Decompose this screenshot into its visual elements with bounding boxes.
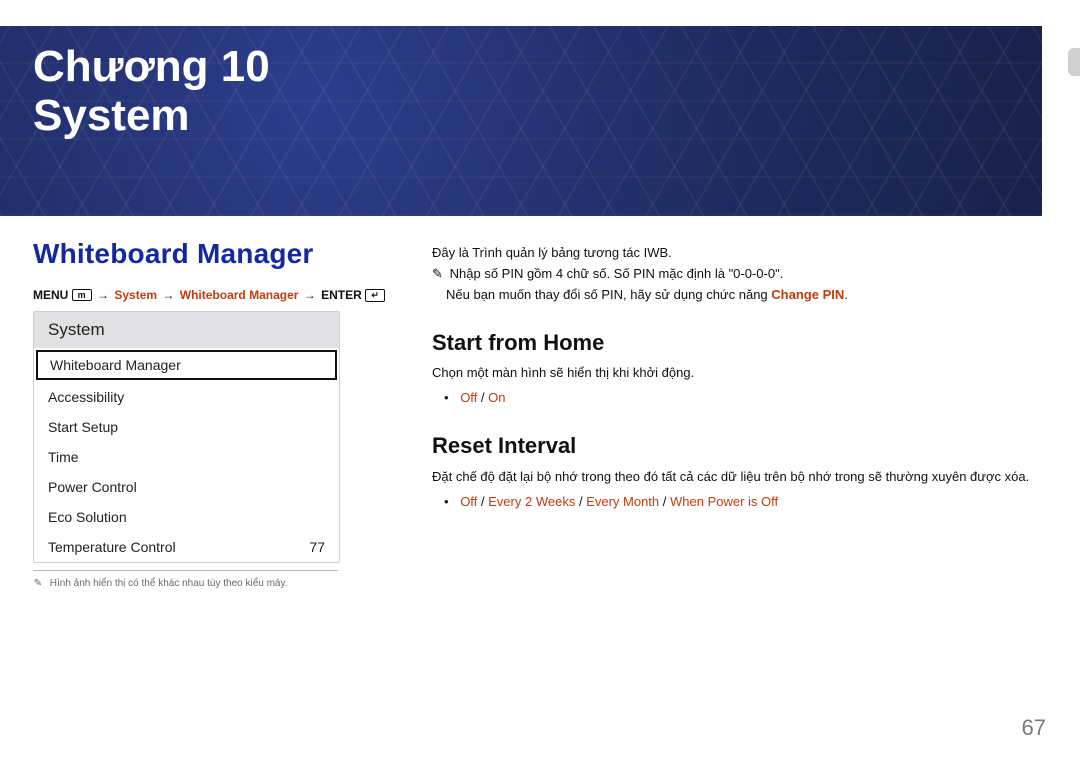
arrow-icon: → bbox=[97, 288, 109, 302]
chapter-heading: Chương 10 System bbox=[33, 42, 270, 141]
page: Chương 10 System Whiteboard Manager MENU… bbox=[0, 0, 1080, 763]
menu-item-time[interactable]: Time bbox=[34, 442, 339, 472]
page-tab-notch bbox=[1068, 48, 1080, 76]
pin-note-line-1: ✎ Nhập số PIN gồm 4 chữ số. Số PIN mặc đ… bbox=[432, 265, 1032, 284]
menu-item-temperature-control[interactable]: Temperature Control 77 bbox=[34, 532, 339, 562]
menu-item-label: Time bbox=[48, 449, 79, 465]
option-every-2-weeks: Every 2 Weeks bbox=[488, 494, 575, 509]
menu-item-label: Temperature Control bbox=[48, 539, 176, 555]
start-from-home-options: Off / On bbox=[444, 389, 1032, 408]
arrow-icon: → bbox=[304, 288, 316, 302]
menu-item-label: Eco Solution bbox=[48, 509, 127, 525]
heading-reset-interval: Reset Interval bbox=[432, 430, 1032, 462]
menu-item-label: Start Setup bbox=[48, 419, 118, 435]
breadcrumb-system: System bbox=[114, 288, 157, 302]
pencil-icon: ✎ bbox=[432, 265, 446, 284]
menu-item-value: 77 bbox=[309, 539, 325, 555]
panel-footnote: ✎ Hình ảnh hiển thị có thể khác nhau tùy… bbox=[33, 570, 338, 589]
option-every-month: Every Month bbox=[586, 494, 659, 509]
intro-text: Đây là Trình quản lý bảng tương tác IWB. bbox=[432, 244, 1032, 263]
menu-item-label: Power Control bbox=[48, 479, 137, 495]
change-pin-accent: Change PIN bbox=[771, 287, 844, 302]
pin-note-prefix: Nếu bạn muốn thay đổi số PIN, hãy sử dụn… bbox=[446, 287, 771, 302]
section-title: Whiteboard Manager bbox=[33, 238, 314, 270]
panel-header: System bbox=[34, 312, 339, 348]
option-sep: / bbox=[477, 390, 488, 405]
page-number: 67 bbox=[1022, 715, 1046, 741]
panel-footnote-text: Hình ảnh hiển thị có thể khác nhau tùy t… bbox=[50, 578, 288, 589]
start-from-home-desc: Chọn một màn hình sẽ hiển thị khi khởi đ… bbox=[432, 364, 1032, 383]
pin-note-line-2: Nếu bạn muốn thay đổi số PIN, hãy sử dụn… bbox=[432, 286, 1032, 305]
menu-item-label: Whiteboard Manager bbox=[50, 357, 181, 373]
chapter-hero-banner: Chương 10 System bbox=[0, 26, 1042, 216]
reset-interval-desc: Đặt chế độ đặt lại bộ nhớ trong theo đó … bbox=[432, 468, 1032, 487]
option-off: Off bbox=[460, 494, 477, 509]
option-sep: / bbox=[477, 494, 488, 509]
menu-item-eco-solution[interactable]: Eco Solution bbox=[34, 502, 339, 532]
pencil-icon: ✎ bbox=[33, 578, 43, 589]
enter-icon: ↵ bbox=[365, 289, 385, 302]
breadcrumb-whiteboard: Whiteboard Manager bbox=[180, 288, 299, 302]
option-off: Off bbox=[460, 390, 477, 405]
pin-note-text-1: Nhập số PIN gồm 4 chữ số. Số PIN mặc địn… bbox=[450, 266, 784, 281]
pin-note-suffix: . bbox=[844, 287, 848, 302]
menu-icon: m bbox=[72, 289, 92, 301]
chapter-line: Chương 10 bbox=[33, 42, 270, 91]
menu-item-accessibility[interactable]: Accessibility bbox=[34, 382, 339, 412]
arrow-icon: → bbox=[162, 288, 174, 302]
breadcrumb-menu-label: MENU bbox=[33, 288, 68, 302]
menu-item-power-control[interactable]: Power Control bbox=[34, 472, 339, 502]
option-sep: / bbox=[659, 494, 670, 509]
menu-item-whiteboard-manager[interactable]: Whiteboard Manager bbox=[36, 350, 337, 380]
option-sep: / bbox=[575, 494, 586, 509]
option-on: On bbox=[488, 390, 505, 405]
breadcrumb: MENU m → System → Whiteboard Manager → E… bbox=[33, 288, 385, 302]
menu-item-start-setup[interactable]: Start Setup bbox=[34, 412, 339, 442]
system-menu-panel: System Whiteboard Manager Accessibility … bbox=[33, 311, 340, 563]
chapter-title: System bbox=[33, 91, 190, 140]
option-when-power-off: When Power is Off bbox=[670, 494, 778, 509]
breadcrumb-enter-label: ENTER bbox=[321, 288, 362, 302]
content-column: Đây là Trình quản lý bảng tương tác IWB.… bbox=[432, 244, 1032, 512]
heading-start-from-home: Start from Home bbox=[432, 327, 1032, 359]
reset-interval-options: Off / Every 2 Weeks / Every Month / When… bbox=[444, 493, 1032, 512]
menu-item-label: Accessibility bbox=[48, 389, 124, 405]
